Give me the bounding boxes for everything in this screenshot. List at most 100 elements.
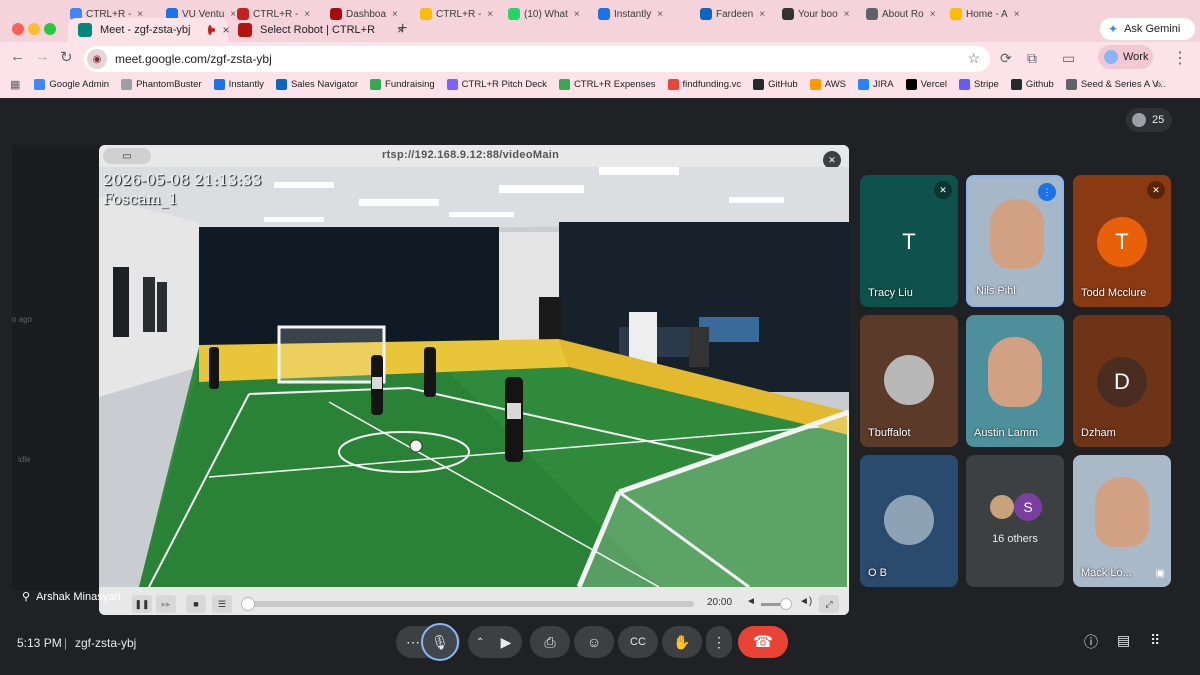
- tab-select-robot-label: Select Robot | CTRL+R: [260, 24, 376, 36]
- background-tab[interactable]: Your boo ×: [782, 4, 864, 24]
- participant-tile[interactable]: T Tracy Liu ✕: [860, 175, 958, 307]
- bookmark-item[interactable]: Fundraising: [370, 78, 435, 90]
- reactions-button[interactable]: ☺: [574, 626, 614, 658]
- browser-menu-icon[interactable]: ⋮: [1172, 48, 1188, 68]
- presented-stream-player[interactable]: ▭ rtsp://192.168.9.12:88/videoMain ✕ 202…: [99, 145, 849, 615]
- bookmark-label: JIRA: [873, 78, 894, 90]
- more-options-button[interactable]: ⋮: [706, 626, 732, 658]
- volume-handle[interactable]: [780, 598, 792, 610]
- bookmark-item[interactable]: Vercel: [905, 78, 947, 90]
- participant-tile[interactable]: T Todd Mcclure ✕: [1073, 175, 1171, 307]
- captions-button[interactable]: CC: [618, 626, 658, 658]
- bookmark-item[interactable]: PhantomBuster: [121, 78, 202, 90]
- bookmark-star-icon[interactable]: ☆: [967, 50, 980, 67]
- bookmark-item[interactable]: CTRL+R Expenses: [558, 78, 656, 90]
- participant-tile[interactable]: Austin Lamm: [966, 315, 1064, 447]
- bookmark-item[interactable]: Github: [1010, 78, 1054, 90]
- fast-forward-icon[interactable]: ▸▸: [156, 595, 176, 613]
- bookmark-label: CTRL+R Expenses: [573, 78, 656, 90]
- address-bar[interactable]: ◉ meet.google.com/zgf-zsta-ybj ☆: [84, 46, 990, 72]
- participant-tile[interactable]: S 16 others: [966, 455, 1064, 587]
- tile-options-icon[interactable]: ▣: [1156, 568, 1165, 579]
- bookmark-item[interactable]: AWS: [809, 78, 846, 90]
- bookmark-item[interactable]: findfunding.vc: [667, 78, 741, 90]
- seek-bar[interactable]: [244, 601, 694, 607]
- volume-low-icon[interactable]: ◄: [746, 596, 756, 607]
- close-tab-icon[interactable]: ×: [930, 9, 936, 20]
- participant-tile[interactable]: D Dzham: [1073, 315, 1171, 447]
- camera-button[interactable]: ▶: [490, 626, 522, 658]
- close-tab-icon[interactable]: ×: [487, 9, 493, 20]
- participant-tile[interactable]: Nils Pihl ⋮: [966, 175, 1064, 307]
- bookmark-item[interactable]: CTRL+R Pitch Deck: [446, 78, 547, 90]
- cast-icon[interactable]: ▭: [1062, 50, 1075, 67]
- participant-tile[interactable]: Mack Lo... ▣: [1073, 455, 1171, 587]
- participant-video: [1095, 477, 1149, 547]
- meeting-info-icon[interactable]: ⓘ: [1084, 632, 1098, 652]
- forward-icon[interactable]: →: [35, 48, 50, 65]
- participants-button[interactable]: 25: [1126, 108, 1172, 132]
- ask-gemini-button[interactable]: ✦ Ask Gemini: [1100, 18, 1195, 40]
- new-tab-button[interactable]: +: [398, 20, 407, 38]
- bookmark-item[interactable]: Sales Navigator: [275, 78, 358, 90]
- volume-high-icon[interactable]: ◄): [799, 596, 812, 607]
- playlist-icon[interactable]: ☰: [212, 595, 232, 613]
- chat-icon[interactable]: ▤: [1117, 632, 1130, 649]
- seek-handle[interactable]: [241, 597, 255, 611]
- participant-tile[interactable]: O B: [860, 455, 958, 587]
- tab-meet[interactable]: Meet - zgf-zsta-ybj ×: [68, 18, 229, 42]
- participant-name: Dzham: [1081, 427, 1116, 439]
- leave-call-button[interactable]: ☎: [738, 626, 788, 658]
- stream-timestamp: 2026-05-08 21:13:33: [103, 171, 262, 189]
- sync-icon[interactable]: ⟳: [1000, 50, 1012, 67]
- background-tab[interactable]: Fardeen ×: [700, 4, 782, 24]
- tab-favicon-icon: [950, 8, 962, 20]
- activities-icon[interactable]: ⠿: [1150, 632, 1160, 649]
- profile-label: Work: [1123, 51, 1149, 63]
- profile-work-button[interactable]: Work: [1098, 45, 1153, 69]
- background-tab[interactable]: Home - A ×: [950, 4, 1032, 24]
- apps-grid-icon[interactable]: ▦: [10, 78, 20, 91]
- extensions-icon[interactable]: ⧉: [1027, 50, 1037, 67]
- tab-select-robot[interactable]: Select Robot | CTRL+R ×: [228, 18, 404, 42]
- close-window-icon[interactable]: [12, 23, 24, 35]
- participant-name: Tracy Liu: [868, 287, 913, 299]
- stop-icon[interactable]: ■: [186, 595, 206, 613]
- bookmark-item[interactable]: GitHub: [753, 78, 798, 90]
- navigation-bar: ← → ↻ ◉ meet.google.com/zgf-zsta-ybj ☆ ⟳…: [0, 44, 1200, 72]
- bookmark-item[interactable]: JIRA: [858, 78, 894, 90]
- participant-count: 25: [1152, 114, 1165, 126]
- soccer-field-scene: [99, 167, 849, 587]
- background-tab[interactable]: (10) What ×: [508, 4, 590, 24]
- close-tab-icon[interactable]: ×: [1014, 9, 1020, 20]
- stream-camera-name: Foscam_1: [103, 190, 178, 208]
- background-tab[interactable]: About Ro ×: [866, 4, 948, 24]
- participant-name: Nils Pihl: [976, 285, 1016, 297]
- participant-tile[interactable]: Tbuffalot: [860, 315, 958, 447]
- bookmark-item[interactable]: Instantly: [213, 78, 264, 90]
- maximize-window-icon[interactable]: [44, 23, 56, 35]
- back-icon[interactable]: ←: [10, 48, 25, 65]
- bookmark-item[interactable]: Google Admin: [34, 78, 109, 90]
- close-tab-icon[interactable]: ×: [759, 9, 765, 20]
- url-text[interactable]: meet.google.com/zgf-zsta-ybj: [115, 52, 272, 66]
- presenting-pin-icon: ⚲: [22, 591, 31, 603]
- close-tab-icon[interactable]: ×: [844, 9, 850, 20]
- source-select-icon[interactable]: ▭: [103, 148, 151, 164]
- minimize-window-icon[interactable]: [28, 23, 40, 35]
- bookmark-item[interactable]: Stripe: [959, 78, 999, 90]
- more-bookmarks-icon[interactable]: »: [1155, 77, 1162, 91]
- bookmark-label: Github: [1025, 78, 1054, 90]
- microphone-button[interactable]: 🎙: [421, 623, 459, 661]
- close-tab-icon[interactable]: ×: [657, 9, 663, 20]
- bookmark-item[interactable]: Seed & Series A V...: [1065, 78, 1166, 90]
- pause-icon[interactable]: ❚❚: [132, 595, 152, 613]
- close-tab-icon[interactable]: ×: [574, 9, 580, 20]
- reload-icon[interactable]: ↻: [60, 48, 73, 66]
- site-info-icon[interactable]: ◉: [87, 49, 107, 69]
- fullscreen-icon[interactable]: ⤢: [819, 595, 839, 613]
- background-tab[interactable]: CTRL+R - ×: [420, 4, 502, 24]
- present-screen-button[interactable]: ⎙: [530, 626, 570, 658]
- raise-hand-button[interactable]: ✋: [662, 626, 702, 658]
- background-tab[interactable]: Instantly ×: [598, 4, 680, 24]
